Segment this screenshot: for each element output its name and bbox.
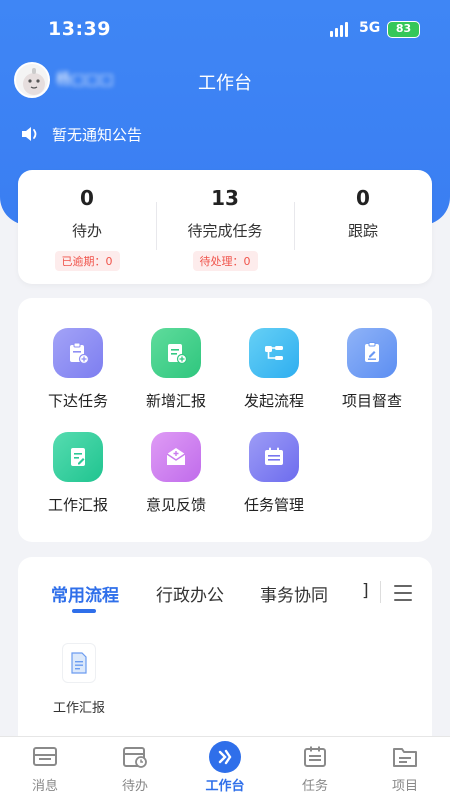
project-folder-icon xyxy=(392,745,418,769)
app-label: 发起流程 xyxy=(243,392,304,410)
process-item-work-report[interactable]: 工作汇报 xyxy=(46,643,112,716)
app-start-process[interactable]: 发起流程 xyxy=(224,328,324,411)
todo-icon xyxy=(122,745,148,769)
tabbar-label: 任务 xyxy=(301,779,328,794)
new-report-icon xyxy=(151,328,201,378)
signal-icon xyxy=(330,22,352,37)
divider xyxy=(380,581,381,603)
stat-tracking[interactable]: 0 跟踪 xyxy=(294,186,432,241)
assign-task-icon xyxy=(53,328,103,378)
app-task-manage[interactable]: 任务管理 xyxy=(224,432,324,515)
tabbar-label: 项目 xyxy=(391,779,418,794)
tab-common-process[interactable]: 常用流程 xyxy=(51,581,119,606)
app-project-supervise[interactable]: 项目督查 xyxy=(322,328,422,411)
app-header: 杨□□□ 工作台 xyxy=(0,60,450,100)
tabbar-item-todo[interactable]: 待办 xyxy=(90,745,180,794)
status-time: 13:39 xyxy=(48,18,111,40)
stat-value: 0 xyxy=(80,186,94,210)
tabbar-item-projects[interactable]: 项目 xyxy=(360,745,450,794)
to-process-badge: 待处理：0 xyxy=(192,251,258,271)
task-manage-icon xyxy=(249,432,299,482)
start-process-icon xyxy=(249,328,299,378)
tab-more-clipped[interactable]: ] xyxy=(362,581,370,601)
app-assign-task[interactable]: 下达任务 xyxy=(28,328,128,411)
tab-underline xyxy=(72,609,96,613)
process-card: 常用流程 行政办公 事务协同 ] 工作汇报 xyxy=(18,557,432,747)
stats-card: 0 待办 已逾期：0 13 待完成任务 待处理：0 0 跟踪 xyxy=(18,170,432,284)
task-icon xyxy=(302,745,328,769)
overdue-badge: 已逾期：0 xyxy=(54,251,120,271)
document-icon xyxy=(62,643,96,683)
status-bar: 13:39 5G 83 xyxy=(0,0,450,60)
stat-label: 跟踪 xyxy=(347,222,378,240)
app-label: 工作汇报 xyxy=(47,496,108,514)
work-report-icon xyxy=(53,432,103,482)
menu-icon[interactable] xyxy=(394,585,412,601)
notice-text: 暂无通知公告 xyxy=(52,125,143,144)
tab-affairs-collab[interactable]: 事务协同 xyxy=(260,581,328,606)
app-label: 意见反馈 xyxy=(145,496,206,514)
stat-label: 待办 xyxy=(71,222,102,240)
tabbar-item-workbench[interactable]: 工作台 xyxy=(180,741,270,794)
speaker-icon xyxy=(22,127,37,141)
project-supervise-icon xyxy=(347,328,397,378)
app-new-report[interactable]: 新增汇报 xyxy=(126,328,226,411)
tabbar-item-tasks[interactable]: 任务 xyxy=(270,745,360,794)
stat-todo[interactable]: 0 待办 已逾期：0 xyxy=(18,186,156,271)
quick-apps-card: 下达任务 新增汇报 发起流程 项目督查 工作汇报 意见反馈 任务管理 xyxy=(18,298,432,542)
stat-label: 待完成任务 xyxy=(187,222,263,240)
app-label: 下达任务 xyxy=(47,392,108,410)
bottom-tab-bar: 消息 待办 工作台 任务 项目 xyxy=(0,736,450,800)
battery-icon: 83 xyxy=(387,21,420,38)
tabbar-label: 工作台 xyxy=(205,779,245,794)
network-type: 5G xyxy=(359,20,381,36)
feedback-icon xyxy=(151,432,201,482)
stat-value: 0 xyxy=(356,186,370,210)
app-label: 项目督查 xyxy=(341,392,402,410)
tabbar-label: 待办 xyxy=(121,779,148,794)
tabbar-item-messages[interactable]: 消息 xyxy=(0,745,90,794)
message-icon xyxy=(32,745,58,769)
tab-admin-office[interactable]: 行政办公 xyxy=(156,581,224,606)
workbench-icon xyxy=(209,741,241,773)
stat-pending-tasks[interactable]: 13 待完成任务 待处理：0 xyxy=(156,186,294,271)
app-label: 新增汇报 xyxy=(145,392,206,410)
notice-bar[interactable]: 暂无通知公告 xyxy=(20,122,142,146)
stat-value: 13 xyxy=(211,186,239,210)
process-item-label: 工作汇报 xyxy=(52,701,105,716)
page-title: 工作台 xyxy=(198,73,252,94)
tabbar-label: 消息 xyxy=(31,779,58,794)
app-work-report[interactable]: 工作汇报 xyxy=(28,432,128,515)
app-label: 任务管理 xyxy=(243,496,304,514)
app-feedback[interactable]: 意见反馈 xyxy=(126,432,226,515)
